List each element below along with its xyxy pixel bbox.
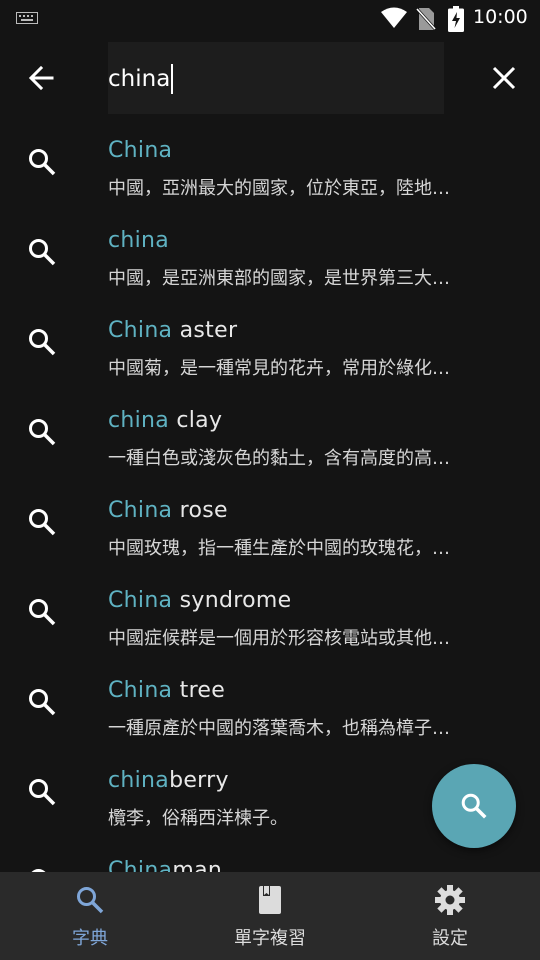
- result-definition: 中國菊，是一種常見的花卉，常用於綠化…: [108, 358, 450, 379]
- search-icon: [29, 239, 56, 266]
- close-icon: [492, 66, 516, 90]
- result-definition: 中國症候群是一個用於形容核電站或其他…: [108, 628, 450, 649]
- result-term: Chinaman: [108, 858, 222, 872]
- result-term: China: [108, 138, 172, 163]
- result-item[interactable]: China syndrome 中國症候群是一個用於形容核電站或其他…: [0, 568, 540, 658]
- status-bar: 10:00: [0, 0, 540, 36]
- arrow-back-icon: [28, 65, 54, 91]
- result-term-rest: berry: [169, 768, 229, 793]
- result-item[interactable]: china 中國，是亞洲東部的國家，是世界第三大…: [0, 208, 540, 298]
- nav-item-dictionary[interactable]: 字典: [0, 872, 180, 960]
- search-icon: [29, 779, 56, 806]
- result-term-highlight: China: [108, 858, 173, 872]
- result-term-highlight: china: [108, 408, 170, 433]
- result-term-rest: rose: [172, 498, 228, 523]
- nav-item-review[interactable]: 單字複習: [180, 872, 360, 960]
- clear-search-button[interactable]: [484, 58, 524, 98]
- clock: 10:00: [473, 6, 528, 28]
- result-term-rest: aster: [172, 318, 238, 343]
- result-definition: 中國，是亞洲東部的國家，是世界第三大…: [108, 268, 450, 289]
- result-term: China tree: [108, 678, 225, 703]
- book-icon: [259, 886, 281, 914]
- search-icon: [29, 419, 56, 446]
- nav-label-review: 單字複習: [234, 928, 306, 949]
- result-term-highlight: china: [108, 768, 170, 793]
- result-term-highlight: China: [108, 498, 173, 523]
- battery-charging-icon: [448, 6, 464, 32]
- search-box[interactable]: china: [108, 42, 444, 114]
- result-item[interactable]: China aster 中國菊，是一種常見的花卉，常用於綠化…: [0, 298, 540, 388]
- no-sim-icon: [416, 7, 436, 31]
- result-term-highlight: china: [108, 228, 170, 253]
- results-list: China 中國，亞洲最大的國家，位於東亞，陸地… china 中國，是亞洲東部…: [0, 118, 540, 872]
- result-term-rest: tree: [172, 678, 226, 703]
- search-icon: [29, 149, 56, 176]
- bottom-navigation: 字典 單字複習 設定: [0, 872, 540, 960]
- search-icon: [29, 329, 56, 356]
- search-input[interactable]: china: [108, 64, 174, 94]
- result-term-highlight: China: [108, 318, 173, 343]
- result-term-highlight: China: [108, 678, 173, 703]
- search-icon: [77, 887, 104, 914]
- search-icon: [29, 689, 56, 716]
- result-term: China rose: [108, 498, 228, 523]
- result-term-rest: clay: [169, 408, 223, 433]
- back-button[interactable]: [22, 58, 62, 98]
- result-item[interactable]: China tree 一種原產於中國的落葉喬木，也稱為樟子…: [0, 658, 540, 748]
- nav-label-dictionary: 字典: [72, 928, 108, 949]
- result-definition: 中國，亞洲最大的國家，位於東亞，陸地…: [108, 178, 450, 199]
- search-icon: [461, 793, 487, 819]
- result-term: China syndrome: [108, 588, 291, 613]
- wifi-icon: [381, 7, 407, 28]
- result-term-rest: man: [172, 858, 223, 872]
- result-definition: 一種原產於中國的落葉喬木，也稱為樟子…: [108, 718, 450, 739]
- result-item[interactable]: China rose 中國玫瑰，指一種生產於中國的玫瑰花，…: [0, 478, 540, 568]
- result-item[interactable]: china clay 一種白色或淺灰色的黏土，含有高度的高…: [0, 388, 540, 478]
- nav-item-settings[interactable]: 設定: [360, 872, 540, 960]
- search-fab-button[interactable]: [432, 764, 516, 848]
- result-definition: 一種白色或淺灰色的黏土，含有高度的高…: [108, 448, 450, 469]
- result-term: China aster: [108, 318, 237, 343]
- result-term: chinaberry: [108, 768, 229, 793]
- gear-icon: [435, 885, 465, 915]
- keyboard-icon: [16, 12, 38, 24]
- result-term: china: [108, 228, 169, 253]
- result-term: china clay: [108, 408, 222, 433]
- result-term-rest: syndrome: [172, 588, 292, 613]
- search-icon: [29, 599, 56, 626]
- nav-label-settings: 設定: [432, 928, 468, 949]
- result-term-highlight: China: [108, 588, 173, 613]
- result-term-highlight: China: [108, 138, 173, 163]
- search-icon: [29, 509, 56, 536]
- result-item[interactable]: China 中國，亞洲最大的國家，位於東亞，陸地…: [0, 118, 540, 208]
- result-definition: 中國玫瑰，指一種生產於中國的玫瑰花，…: [108, 538, 450, 559]
